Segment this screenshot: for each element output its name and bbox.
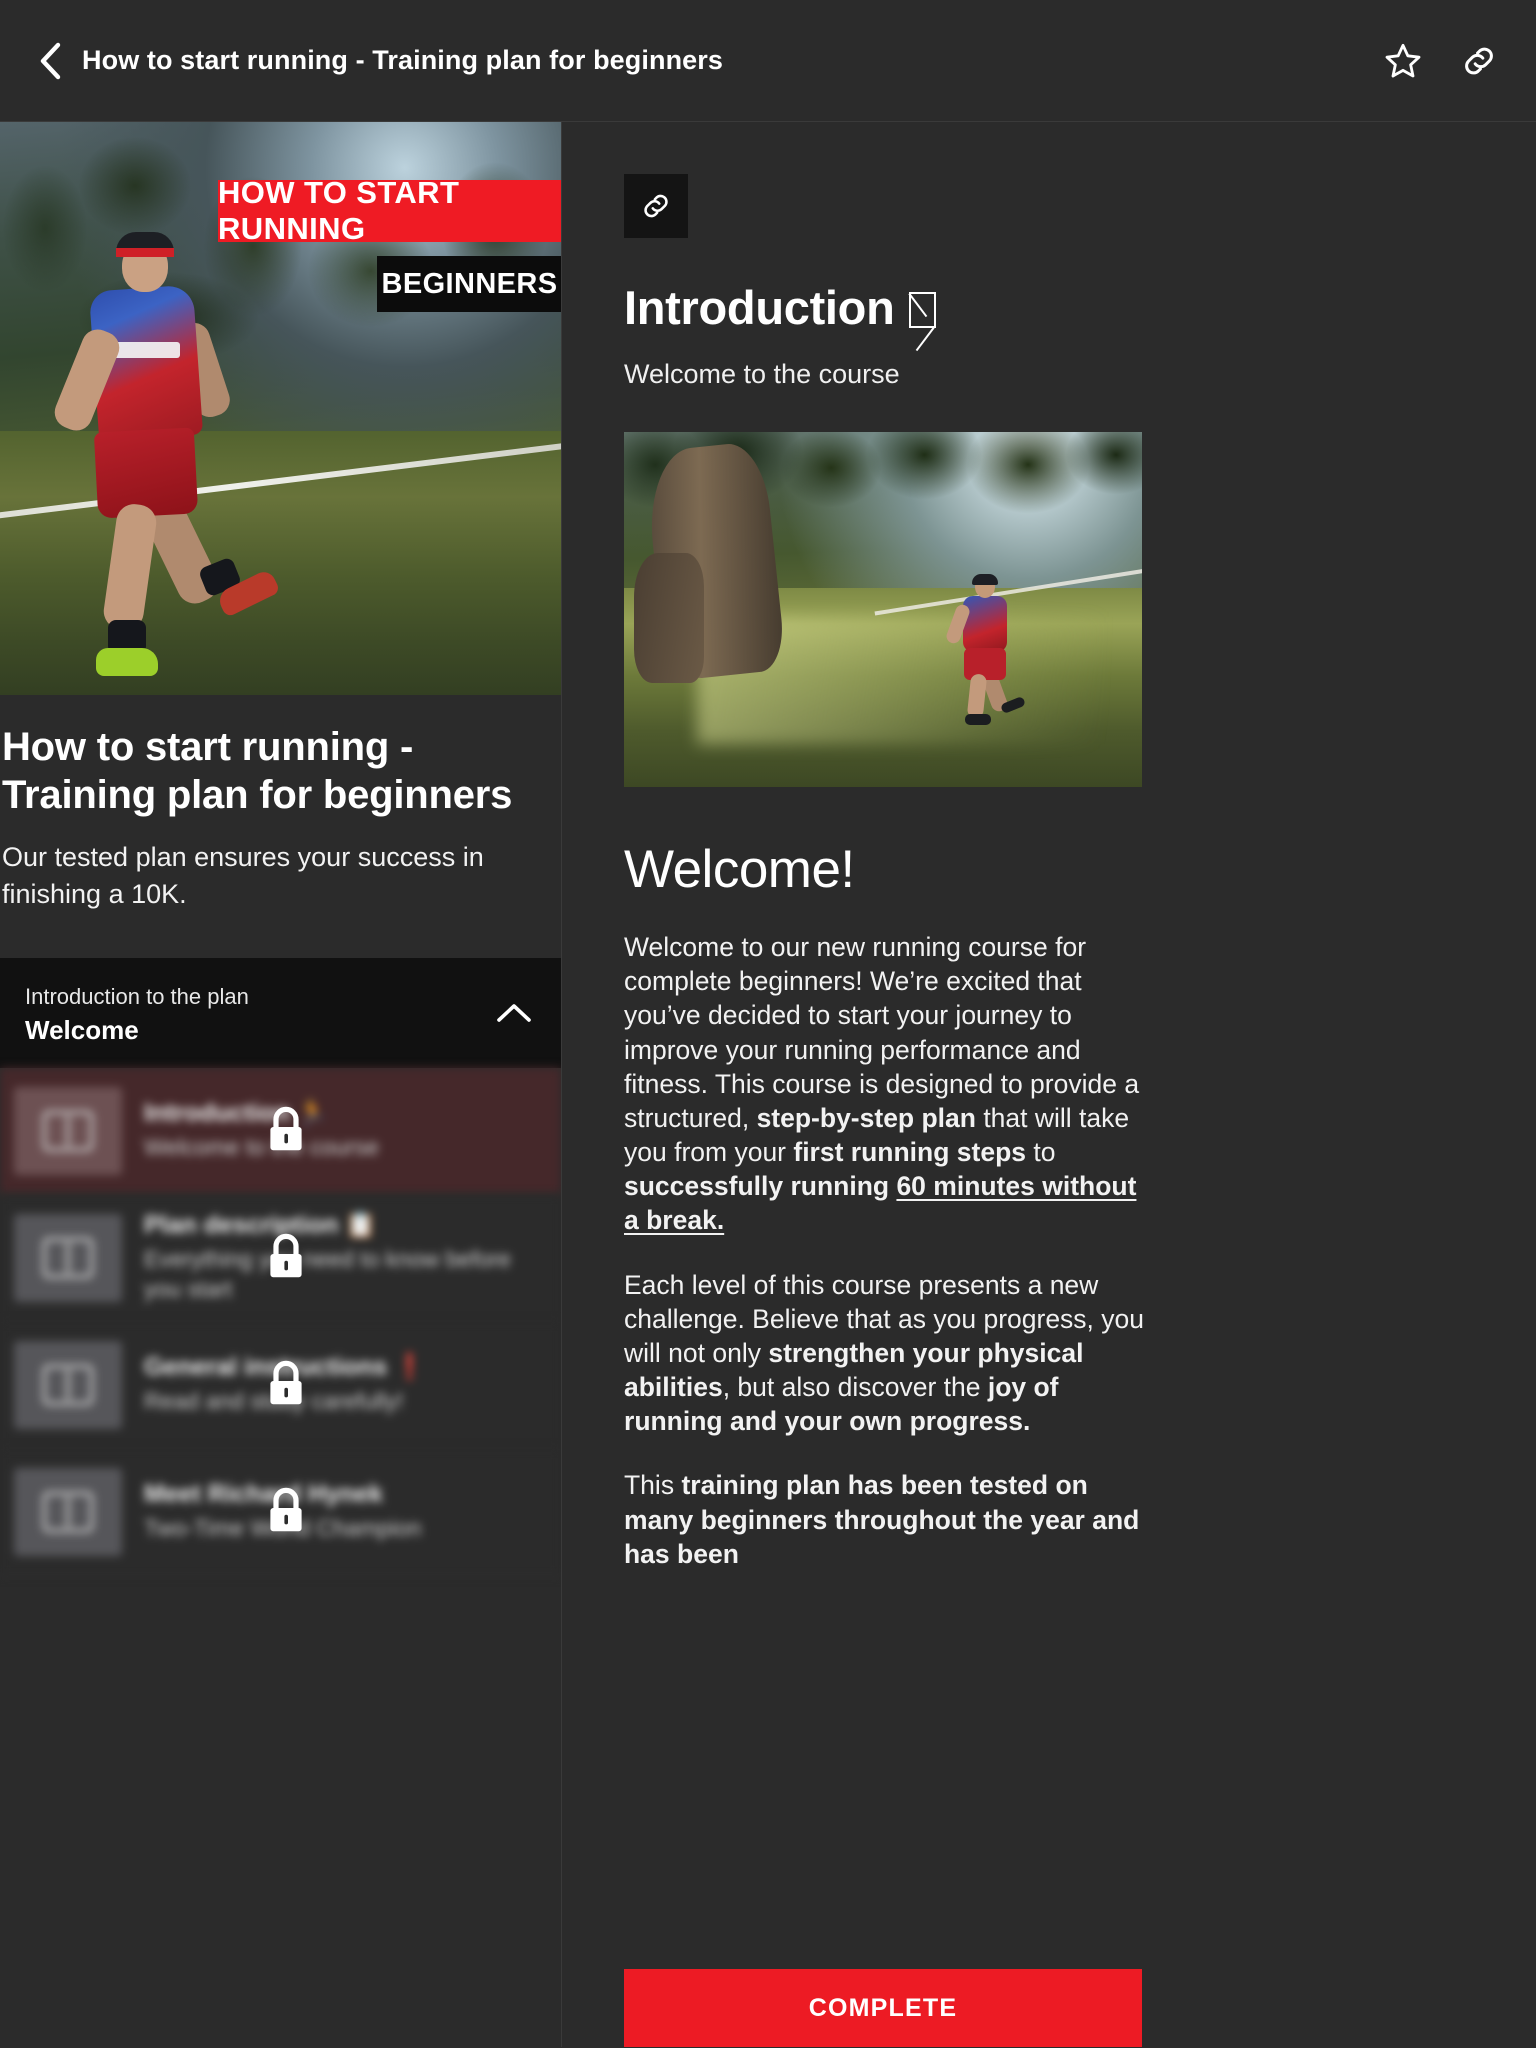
page-title: How to start running - Training plan for… xyxy=(82,45,724,75)
missing-glyph-box-icon xyxy=(908,292,936,328)
hero-banner-primary: HOW TO START RUNNING xyxy=(218,175,561,246)
copy-lesson-link-button[interactable] xyxy=(624,174,688,238)
favorite-button[interactable] xyxy=(1380,38,1426,84)
section-collapse-button[interactable] xyxy=(491,990,537,1036)
course-subtitle: Our tested plan ensures your success in … xyxy=(2,842,484,910)
lesson-row-wrapper[interactable]: Introduction 🏃 Welcome to the course xyxy=(0,1067,561,1195)
hero-banner-primary-text: HOW TO START RUNNING xyxy=(218,175,460,246)
section-kicker: Introduction to the plan xyxy=(25,983,249,1009)
body-paragraph: Welcome to our new running course for co… xyxy=(624,930,1144,1238)
text-run: first running steps xyxy=(793,1137,1027,1168)
top-app-bar: How to start running - Training plan for… xyxy=(0,0,1536,122)
lesson-list: Introduction 🏃 Welcome to the course Plan… xyxy=(0,1067,561,1576)
lesson-title: Plan description 📋 xyxy=(144,1210,377,1239)
lesson-subheading: Welcome to the course xyxy=(624,359,900,389)
chevron-up-icon xyxy=(497,1003,531,1022)
chevron-left-icon xyxy=(40,42,61,79)
complete-button[interactable]: COMPLETE xyxy=(624,1969,1142,2047)
text-run: training plan has been tested on many be… xyxy=(624,1470,1140,1569)
book-icon xyxy=(42,1491,94,1532)
text-run: This xyxy=(624,1470,682,1501)
text-run: , but also discover the xyxy=(722,1372,988,1403)
body-paragraph: Each level of this course presents a new… xyxy=(624,1268,1144,1439)
link-icon xyxy=(644,194,668,218)
topbar-actions xyxy=(1380,38,1502,84)
lesson-row-wrapper[interactable]: Plan description 📋 Everything you need to… xyxy=(0,1194,561,1322)
lesson-description: Read and study carefully! xyxy=(144,1388,404,1415)
lesson-heading-text: Introduction xyxy=(624,281,895,334)
lesson-row-wrapper[interactable]: Meet Richard Hynek Two-Time World Champio… xyxy=(0,1448,561,1576)
section-name: Welcome xyxy=(25,1014,139,1045)
text-run: successfully running xyxy=(624,1171,897,1202)
link-icon xyxy=(1465,47,1493,74)
lesson-heading: Introduction xyxy=(624,280,1484,335)
lesson-description: Two-Time World Champion xyxy=(144,1515,422,1542)
hero-runner-figure xyxy=(49,232,281,692)
star-outline-icon xyxy=(1385,43,1421,77)
lesson-description: Welcome to the course xyxy=(144,1134,379,1161)
book-icon xyxy=(42,1364,94,1405)
list-item[interactable]: Introduction 🏃 Welcome to the course xyxy=(0,1067,561,1195)
content-image-olive-trunk-secondary xyxy=(634,552,705,683)
lesson-thumbnail xyxy=(14,1086,122,1175)
lesson-content-inner: Introduction Welcome to the course Welco… xyxy=(562,122,1536,1571)
course-sidebar: HOW TO START RUNNING BEGINNERS How to st… xyxy=(0,122,562,2047)
lesson-row-wrapper[interactable]: General instructions ❗ Read and study car… xyxy=(0,1321,561,1449)
section-header-texts: Introduction to the plan Welcome xyxy=(25,980,491,1046)
lesson-title: Meet Richard Hynek xyxy=(144,1479,383,1508)
main-split: HOW TO START RUNNING BEGINNERS How to st… xyxy=(0,122,1536,2047)
list-item[interactable]: General instructions ❗ Read and study car… xyxy=(0,1321,561,1449)
lesson-description: Everything you need to know before you s… xyxy=(144,1246,511,1303)
body-paragraph: This training plan has been tested on ma… xyxy=(624,1468,1144,1571)
lesson-texts: Meet Richard Hynek Two-Time World Champio… xyxy=(144,1479,441,1544)
lesson-thumbnail xyxy=(14,1213,122,1302)
share-link-button[interactable] xyxy=(1456,38,1502,84)
lesson-content-image xyxy=(624,432,1142,787)
welcome-heading: Welcome! xyxy=(624,840,855,899)
course-title: How to start running - Training plan for… xyxy=(2,725,513,817)
lesson-texts: Introduction 🏃 Welcome to the course xyxy=(144,1098,399,1163)
book-icon xyxy=(42,1237,94,1278)
list-item[interactable]: Plan description 📋 Everything you need to… xyxy=(0,1194,561,1322)
section-header-welcome[interactable]: Introduction to the plan Welcome xyxy=(0,957,561,1068)
hero-banner-secondary-text: BEGINNERS xyxy=(381,267,558,300)
lesson-title: General instructions ❗ xyxy=(144,1352,426,1381)
content-image-runner-figure xyxy=(944,574,1035,734)
book-icon xyxy=(42,1110,94,1151)
lesson-thumbnail xyxy=(14,1467,122,1556)
lesson-texts: Plan description 📋 Everything you need to… xyxy=(144,1210,537,1305)
list-item[interactable]: Meet Richard Hynek Two-Time World Champio… xyxy=(0,1448,561,1576)
back-button[interactable] xyxy=(30,37,70,85)
lesson-body: Welcome to our new running course for co… xyxy=(624,930,1484,1571)
text-run: to xyxy=(1026,1137,1056,1168)
lesson-content-pane: Introduction Welcome to the course Welco… xyxy=(562,122,1536,2047)
lesson-thumbnail xyxy=(14,1340,122,1429)
hero-banner-secondary: BEGINNERS xyxy=(377,256,561,312)
lesson-title: Introduction 🏃 xyxy=(144,1098,328,1127)
course-hero-image: HOW TO START RUNNING BEGINNERS xyxy=(0,122,561,695)
lesson-texts: General instructions ❗ Read and study car… xyxy=(144,1352,445,1417)
text-run: step-by-step plan xyxy=(756,1102,976,1133)
